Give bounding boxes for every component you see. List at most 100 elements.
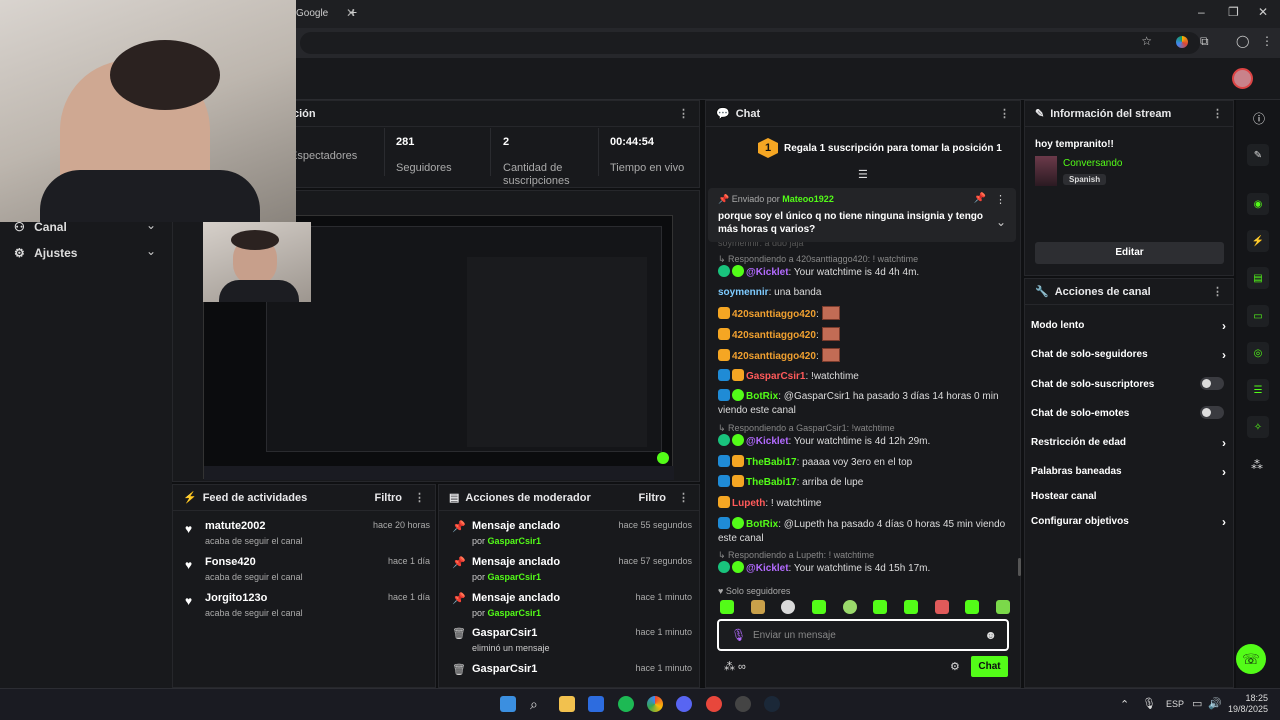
stream-category[interactable]: Conversando bbox=[1063, 158, 1122, 169]
browser-tab-title[interactable]: Google bbox=[296, 8, 328, 19]
chat-message[interactable]: @Kicklet: Your watchtime is 4d 12h 29m. bbox=[718, 434, 1013, 449]
document-icon[interactable]: ▤ bbox=[1247, 267, 1269, 289]
chat-message[interactable]: BotRix: @GasparCsir1 ha pasado 3 días 14… bbox=[718, 389, 1013, 418]
microphone-icon[interactable]: 🎙 bbox=[1142, 697, 1156, 710]
spotify-icon[interactable] bbox=[618, 696, 634, 712]
broadcast-icon[interactable]: ◎ bbox=[1247, 342, 1269, 364]
chat-message[interactable]: soymennir: una banda bbox=[718, 286, 1013, 300]
bolt-icon[interactable]: ⚡ bbox=[1247, 230, 1269, 252]
wrench-icon[interactable]: ✧ bbox=[1247, 416, 1269, 438]
list-item[interactable]: 📌 Mensaje anclado por GasparCsir1 hace 1… bbox=[452, 592, 692, 618]
gift-sub-banner[interactable]: Regala 1 suscripción para tomar la posic… bbox=[784, 143, 1002, 154]
sidebar-item-ajustes[interactable]: ⚙ Ajustes bbox=[14, 246, 77, 260]
edit-stream-button[interactable]: Editar bbox=[1035, 242, 1224, 264]
emote-icon[interactable] bbox=[720, 600, 734, 614]
pencil-icon[interactable]: ✎ bbox=[1247, 144, 1269, 166]
banned-words-row[interactable]: Palabras baneadas › bbox=[1031, 465, 1226, 479]
points-icon[interactable]: ⁂ ∞ bbox=[724, 660, 746, 673]
microphone-icon[interactable]: 🎙 bbox=[731, 628, 746, 642]
minimize-icon[interactable]: – bbox=[1198, 5, 1205, 19]
profile-icon[interactable]: ◯ bbox=[1236, 34, 1249, 48]
subscribers-only-toggle[interactable] bbox=[1200, 377, 1224, 390]
chat-bubble-icon[interactable]: ▭ bbox=[1247, 305, 1269, 327]
clock[interactable]: 18:25 19/8/2025 bbox=[1226, 693, 1268, 715]
pinned-message[interactable]: 📌 Enviado por Mateoo1922 📌 ⋮ porque soy … bbox=[708, 188, 1016, 242]
more-options-icon[interactable]: ⋮ bbox=[999, 107, 1010, 120]
url-input[interactable]: ☆ bbox=[300, 32, 1200, 54]
chat-message[interactable]: @Kicklet: Your watchtime is 4d 4h 4m. bbox=[718, 265, 1013, 280]
browser-menu-icon[interactable]: ⋮ bbox=[1261, 34, 1273, 48]
chat-message[interactable]: 420santtiaggo420: bbox=[718, 306, 1013, 322]
chevron-up-icon[interactable]: ⌃ bbox=[1120, 698, 1129, 711]
bookmark-star-icon[interactable]: ☆ bbox=[1141, 34, 1152, 48]
chrome-icon[interactable] bbox=[647, 696, 663, 712]
info-icon[interactable]: ⓘ bbox=[1253, 110, 1265, 127]
new-tab-button[interactable]: + bbox=[349, 4, 357, 20]
network-icon[interactable]: ▭ bbox=[1192, 697, 1202, 710]
emote-icon[interactable] bbox=[934, 600, 949, 614]
chat-message[interactable]: 420santtiaggo420: bbox=[718, 348, 1013, 364]
language-indicator[interactable]: ESP bbox=[1166, 699, 1184, 709]
help-icon[interactable]: ☏ bbox=[1236, 644, 1266, 674]
more-options-icon[interactable]: ⋮ bbox=[995, 193, 1006, 206]
file-explorer-icon[interactable] bbox=[559, 696, 575, 712]
steam-icon[interactable] bbox=[764, 696, 780, 712]
list-item[interactable]: ♥ Jorgito123o acaba de seguir el canal h… bbox=[185, 592, 430, 618]
search-icon[interactable]: ⌕ bbox=[530, 696, 546, 712]
emote-icon[interactable] bbox=[873, 600, 888, 614]
emote-icon[interactable] bbox=[811, 600, 826, 614]
chat-message[interactable]: TheBabi17: arriba de lupe bbox=[718, 475, 1013, 490]
chat-message[interactable]: GasparCsir1: !watchtime bbox=[718, 369, 1013, 384]
chat-scrollbar[interactable] bbox=[1018, 558, 1021, 576]
chat-message[interactable]: BotRix: @Lupeth ha pasado 4 días 0 horas… bbox=[718, 517, 1013, 546]
chevron-down-icon[interactable]: ⌄ bbox=[146, 244, 156, 258]
list-icon[interactable]: ☰ bbox=[1247, 379, 1269, 401]
emote-icon[interactable] bbox=[781, 600, 796, 614]
list-item[interactable]: ♥ Fonse420 acaba de seguir el canal hace… bbox=[185, 556, 430, 582]
emoji-icon[interactable]: ☻ bbox=[984, 628, 997, 642]
emote-icon[interactable] bbox=[842, 600, 857, 614]
emote-icon[interactable] bbox=[903, 600, 918, 614]
mod-filter-button[interactable]: Filtro bbox=[639, 492, 667, 504]
more-options-icon[interactable]: ⋮ bbox=[1212, 107, 1223, 120]
apps-icon[interactable]: ⁂ bbox=[1251, 458, 1263, 472]
followers-only-row[interactable]: Chat de solo-seguidores › bbox=[1031, 348, 1226, 362]
list-item[interactable]: 📌 Mensaje anclado por GasparCsir1 hace 5… bbox=[452, 520, 692, 546]
chat-message[interactable]: Lupeth: ! watchtime bbox=[718, 496, 1013, 511]
chat-input[interactable]: 🎙 Enviar un mensaje ☻ bbox=[717, 619, 1009, 651]
discord-icon[interactable] bbox=[676, 696, 692, 712]
windows-start-icon[interactable] bbox=[500, 696, 516, 712]
unpin-icon[interactable]: 📌 bbox=[974, 193, 986, 204]
list-item[interactable]: 🗑 GasparCsir1 hace 1 minuto bbox=[452, 663, 692, 683]
configure-goals-row[interactable]: Configurar objetivos › bbox=[1031, 515, 1226, 529]
list-item[interactable]: ♥ matute2002 acaba de seguir el canal ha… bbox=[185, 520, 430, 546]
obs-icon[interactable] bbox=[735, 696, 751, 712]
age-restriction-row[interactable]: Restricción de edad › bbox=[1031, 436, 1226, 450]
more-options-icon[interactable]: ⋮ bbox=[414, 491, 425, 504]
close-window-icon[interactable]: ✕ bbox=[1258, 5, 1268, 19]
collapse-icon[interactable]: ☰ bbox=[858, 168, 868, 181]
more-options-icon[interactable]: ⋮ bbox=[1212, 285, 1223, 298]
camera-icon[interactable]: ◉ bbox=[1247, 193, 1269, 215]
send-chat-button[interactable]: Chat bbox=[971, 656, 1008, 677]
volume-icon[interactable]: 🔊 bbox=[1208, 697, 1222, 710]
chat-message[interactable]: 420santtiaggo420: bbox=[718, 327, 1013, 343]
more-options-icon[interactable]: ⋮ bbox=[678, 491, 689, 504]
slow-mode-row[interactable]: Modo lento › bbox=[1031, 319, 1226, 333]
app-icon[interactable] bbox=[706, 696, 722, 712]
user-avatar[interactable] bbox=[1232, 68, 1253, 89]
settings-gear-icon[interactable]: ⚙ bbox=[950, 660, 960, 673]
puzzle-icon[interactable]: ⧉ bbox=[1200, 34, 1209, 49]
emote-icon[interactable] bbox=[750, 600, 765, 614]
extension-icon[interactable] bbox=[1176, 36, 1188, 48]
chat-message[interactable]: @Kicklet: Your watchtime is 4d 15h 17m. bbox=[718, 561, 1013, 576]
list-item[interactable]: 📌 Mensaje anclado por GasparCsir1 hace 5… bbox=[452, 556, 692, 582]
host-channel-row[interactable]: Hostear canal bbox=[1031, 491, 1226, 502]
feed-filter-button[interactable]: Filtro bbox=[375, 492, 403, 504]
list-item[interactable]: 🗑 GasparCsir1 eliminó un mensaje hace 1 … bbox=[452, 627, 692, 653]
chat-message[interactable]: TheBabi17: paaaa voy 3ero en el top bbox=[718, 455, 1013, 470]
maximize-icon[interactable]: ❐ bbox=[1228, 5, 1239, 19]
more-options-icon[interactable]: ⋮ bbox=[678, 107, 689, 120]
chevron-down-icon[interactable]: ⌄ bbox=[996, 215, 1006, 229]
emote-icon[interactable] bbox=[965, 600, 980, 614]
